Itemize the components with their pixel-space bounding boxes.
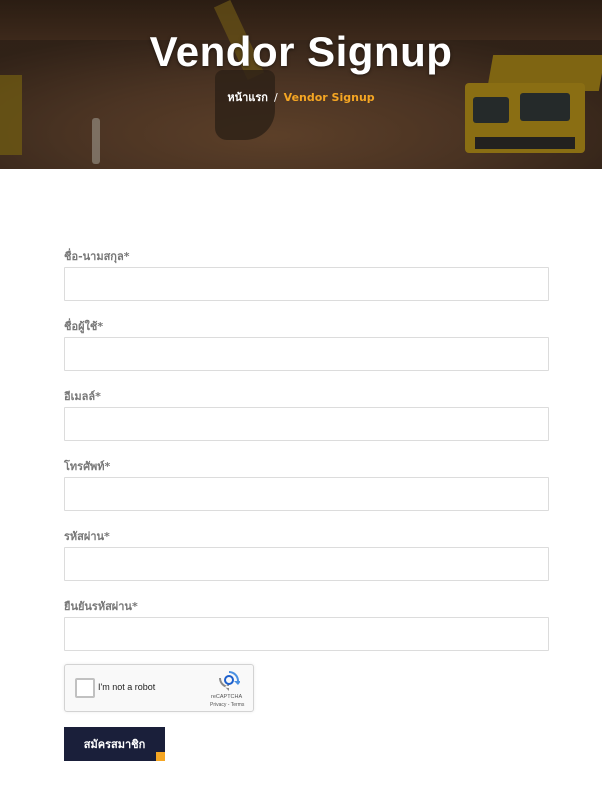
phone-field-group: โทรศัพท์* xyxy=(64,450,549,520)
page-title: Vendor Signup xyxy=(149,28,453,75)
vendor-signup-form: ชื่อ-นามสกุล* ชื่อผู้ใช้* อีเมลล์* โทรศั… xyxy=(64,240,549,660)
breadcrumb-home-link[interactable]: หน้าแรก xyxy=(227,91,268,104)
confirm-password-input[interactable] xyxy=(64,617,549,651)
recaptcha-widget: I'm not a robot reCAPTCHA Privacy - Term… xyxy=(64,664,254,712)
username-label: ชื่อผู้ใช้* xyxy=(64,320,104,333)
confirm-password-label: ยืนยันรหัสผ่าน* xyxy=(64,600,138,613)
hero-banner: Vendor Signup หน้าแรก / Vendor Signup xyxy=(0,0,602,169)
password-field-group: รหัสผ่าน* xyxy=(64,520,549,590)
password-label: รหัสผ่าน* xyxy=(64,530,110,543)
email-label: อีเมลล์* xyxy=(64,390,101,403)
username-input[interactable] xyxy=(64,337,549,371)
email-field-group: อีเมลล์* xyxy=(64,380,549,450)
recaptcha-label: I'm not a robot xyxy=(98,682,156,692)
recaptcha-logo-icon xyxy=(219,671,240,691)
signup-submit-label: สมัครสมาชิก xyxy=(83,738,146,751)
username-field-group: ชื่อผู้ใช้* xyxy=(64,310,549,380)
password-input[interactable] xyxy=(64,547,549,581)
email-input[interactable] xyxy=(64,407,549,441)
button-accent-corner xyxy=(156,752,165,761)
breadcrumb-separator: / xyxy=(273,91,278,104)
recaptcha-checkbox[interactable] xyxy=(75,678,95,698)
breadcrumb-current: Vendor Signup xyxy=(283,91,375,104)
recaptcha-privacy-terms-links[interactable]: Privacy - Terms xyxy=(210,702,244,708)
fullname-label: ชื่อ-นามสกุล* xyxy=(64,250,130,263)
signup-submit-button[interactable]: สมัครสมาชิก xyxy=(64,727,165,761)
phone-input[interactable] xyxy=(64,477,549,511)
phone-label: โทรศัพท์* xyxy=(64,460,111,473)
recaptcha-brand: reCAPTCHA xyxy=(211,694,243,700)
fullname-field-group: ชื่อ-นามสกุล* xyxy=(64,240,549,310)
fullname-input[interactable] xyxy=(64,267,549,301)
breadcrumb: หน้าแรก / Vendor Signup xyxy=(0,88,602,106)
confirm-password-field-group: ยืนยันรหัสผ่าน* xyxy=(64,590,549,660)
